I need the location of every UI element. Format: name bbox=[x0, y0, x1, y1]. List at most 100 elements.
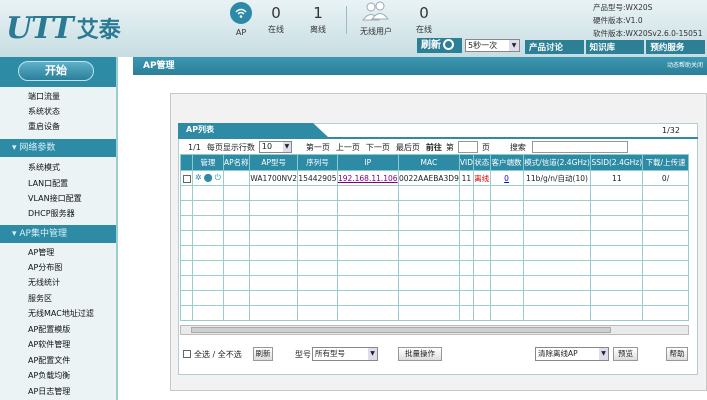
sidebar-header-network[interactable]: ▾ 网络参数 bbox=[0, 139, 116, 157]
sidebar-header-network-label: 网络参数 bbox=[19, 143, 56, 153]
col-mac[interactable]: MAC bbox=[397, 154, 460, 171]
col-ap-name[interactable]: AP名称 bbox=[222, 154, 251, 171]
empty-cell bbox=[336, 230, 399, 246]
table-row-empty bbox=[180, 245, 689, 261]
empty-cell bbox=[249, 305, 299, 321]
refresh-label: 刷新 bbox=[421, 40, 441, 51]
sidebar-item-wireless-stats[interactable]: 无线统计 bbox=[28, 277, 60, 288]
col-mode-channel[interactable]: 模式/信道(2.4GHz) bbox=[522, 154, 592, 171]
next-page-button[interactable]: 下一页 bbox=[366, 142, 390, 153]
stat-ap-offline[interactable]: 1 离线 bbox=[306, 2, 330, 35]
empty-cell bbox=[397, 305, 460, 321]
empty-cell bbox=[473, 200, 491, 216]
table-refresh-button[interactable]: 刷新 bbox=[253, 347, 273, 361]
sidebar-item-system-status[interactable]: 系统状态 bbox=[28, 106, 60, 117]
pager: 1/1 每页显示行数 10 ▼ 第一页 上一页 下一页 最后页 前往 第 页 搜索 bbox=[188, 140, 628, 154]
top-links: 产品讨论 知识库 预约服务 bbox=[525, 40, 707, 54]
clear-offline-select[interactable]: 清除离线AP ▼ bbox=[535, 347, 609, 361]
goto-page-input[interactable] bbox=[457, 141, 478, 153]
sidebar-item-ap-config-file[interactable]: AP配置文件 bbox=[28, 355, 70, 366]
refresh-button[interactable]: 刷新 bbox=[417, 38, 462, 53]
sidebar-item-vlan[interactable]: VLAN接口配置 bbox=[28, 193, 82, 204]
empty-cell bbox=[473, 260, 491, 276]
refresh-interval-select[interactable]: 5秒一次 ▼ bbox=[465, 39, 520, 52]
col-status[interactable]: 状态 bbox=[473, 154, 491, 171]
stat-wireless-online[interactable]: 0 在线 bbox=[412, 2, 436, 35]
col-ssid[interactable]: SSID(2.4GHz) bbox=[590, 154, 644, 171]
gear-icon[interactable]: ✲ bbox=[195, 173, 202, 182]
sidebar-item-ap-software[interactable]: AP软件管理 bbox=[28, 339, 70, 350]
select-all-label[interactable]: 全选 / 全不选 bbox=[194, 349, 242, 360]
cell-serial: 15442905 bbox=[297, 170, 338, 186]
first-page-button[interactable]: 第一页 bbox=[306, 142, 330, 153]
row-checkbox[interactable] bbox=[182, 174, 191, 183]
empty-cell bbox=[192, 245, 224, 261]
last-page-button[interactable]: 最后页 bbox=[396, 142, 420, 153]
stat-ap-offline-value: 1 bbox=[313, 4, 323, 22]
col-clients[interactable]: 客户端数 bbox=[489, 154, 524, 171]
link-knowledge-base[interactable]: 知识库 bbox=[585, 40, 645, 54]
tab-underline bbox=[178, 137, 698, 139]
stat-ap-online[interactable]: 0 在线 bbox=[264, 2, 288, 35]
table-row-empty bbox=[180, 200, 689, 216]
sidebar-item-ap-load-balance[interactable]: AP负载均衡 bbox=[28, 370, 70, 381]
sidebar-item-mac-filter[interactable]: 无线MAC地址过滤 bbox=[28, 308, 94, 319]
sidebar-item-lan[interactable]: LAN口配置 bbox=[28, 178, 68, 189]
sidebar-item-system-mode[interactable]: 系统模式 bbox=[28, 162, 60, 173]
batch-operation-button[interactable]: 批量操作 bbox=[398, 347, 442, 361]
link-product-discussion[interactable]: 产品讨论 bbox=[525, 40, 584, 54]
empty-cell bbox=[590, 200, 644, 216]
stat-ap[interactable]: AP bbox=[228, 2, 254, 37]
chevron-down-icon: ▼ bbox=[509, 40, 519, 51]
horizontal-scrollbar[interactable] bbox=[180, 325, 689, 335]
sidebar-item-dhcp[interactable]: DHCP服务器 bbox=[28, 208, 75, 219]
col-ap-model[interactable]: AP型号 bbox=[249, 154, 299, 171]
ap-list-tab[interactable]: AP列表 bbox=[178, 123, 328, 137]
goto-suffix: 页 bbox=[481, 142, 490, 152]
empty-cell bbox=[222, 230, 251, 246]
empty-cell bbox=[489, 185, 524, 201]
power-icon[interactable]: ⏻ bbox=[215, 173, 221, 182]
sidebar-item-reboot[interactable]: 重启设备 bbox=[28, 121, 60, 132]
sidebar-item-ap-map[interactable]: AP分布图 bbox=[28, 262, 62, 273]
help-button[interactable]: 帮助 bbox=[666, 347, 688, 361]
rows-per-page-select[interactable]: 10 ▼ bbox=[258, 141, 292, 153]
sidebar-item-port-traffic[interactable]: 端口流量 bbox=[28, 91, 60, 102]
sidebar-item-ap-manage[interactable]: AP管理 bbox=[28, 247, 54, 258]
cell-clients-link[interactable]: 0 bbox=[489, 170, 524, 186]
search-input[interactable] bbox=[531, 141, 628, 153]
stat-wireless-users[interactable]: 无线用户 bbox=[356, 1, 396, 37]
scrollbar-thumb[interactable] bbox=[191, 327, 611, 333]
sidebar-header-ap[interactable]: ▾ AP集中管理 bbox=[0, 225, 116, 243]
model-filter-select[interactable]: 所有型号 ▼ bbox=[312, 347, 378, 361]
empty-cell bbox=[397, 245, 460, 261]
empty-cell bbox=[222, 215, 251, 231]
col-vid[interactable]: VID bbox=[458, 154, 475, 171]
goto-button[interactable]: 前往 bbox=[426, 142, 442, 153]
select-all-checkbox[interactable] bbox=[183, 350, 191, 358]
sidebar-item-ap-log[interactable]: AP日志管理 bbox=[28, 386, 70, 397]
chevron-down-icon: ▼ bbox=[368, 348, 377, 360]
col-ip[interactable]: IP bbox=[336, 154, 399, 171]
dynamic-help-link[interactable]: 动态帮助关闭 bbox=[667, 57, 703, 75]
col-manage[interactable]: 管理 bbox=[192, 154, 224, 171]
col-rate[interactable]: 下载/上传速 bbox=[642, 154, 689, 171]
empty-cell bbox=[222, 305, 251, 321]
location-pin-icon[interactable]: ⬤ bbox=[204, 173, 213, 182]
preview-button[interactable]: 预览 bbox=[613, 347, 638, 361]
stat-wireless-online-label: 在线 bbox=[416, 25, 432, 34]
empty-cell bbox=[642, 200, 689, 216]
empty-cell bbox=[297, 305, 338, 321]
empty-cell bbox=[192, 305, 224, 321]
empty-cell bbox=[522, 290, 592, 306]
empty-cell bbox=[249, 185, 299, 201]
empty-cell bbox=[397, 290, 460, 306]
cell-status: 离线 bbox=[473, 170, 491, 186]
sidebar-item-service-zone[interactable]: 服务区 bbox=[28, 293, 52, 304]
start-button[interactable]: 开始 bbox=[18, 61, 94, 81]
link-book-service[interactable]: 预约服务 bbox=[646, 40, 706, 54]
col-serial[interactable]: 序列号 bbox=[297, 154, 338, 171]
cell-ip-link[interactable]: 192.168.11.106 bbox=[336, 170, 399, 186]
prev-page-button[interactable]: 上一页 bbox=[336, 142, 360, 153]
sidebar-item-ap-template[interactable]: AP配置模版 bbox=[28, 324, 70, 335]
